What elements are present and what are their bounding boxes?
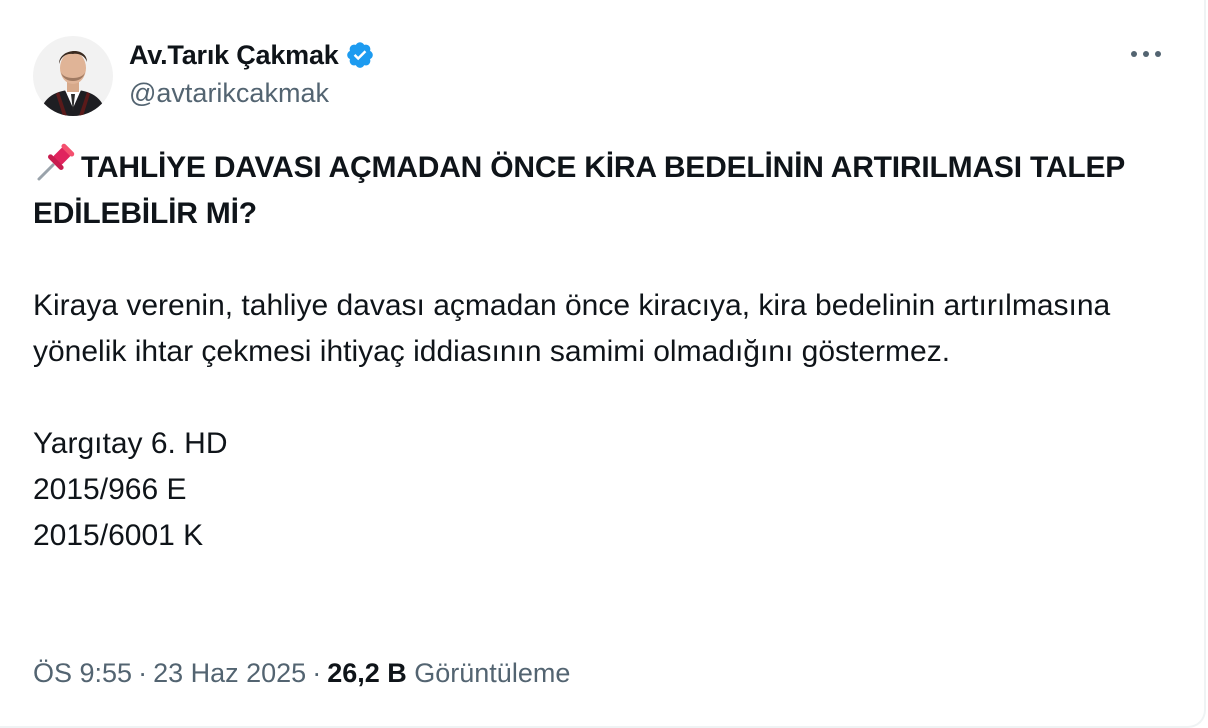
tweet-date[interactable]: 23 Haz 2025 bbox=[153, 658, 306, 688]
citation-esas: 2015/966 E bbox=[33, 473, 187, 506]
tweet-header: Av.Tarık Çakmak @avtarikcakmak bbox=[33, 36, 375, 116]
more-horizontal-icon bbox=[1131, 51, 1161, 57]
headline-text: TAHLİYE DAVASI AÇMADAN ÖNCE KİRA BEDELİN… bbox=[33, 151, 1125, 230]
tweet-text: TAHLİYE DAVASI AÇMADAN ÖNCE KİRA BEDELİN… bbox=[33, 143, 1163, 559]
tweet-card: Av.Tarık Çakmak @avtarikcakmak TAHLİYE D… bbox=[0, 0, 1206, 728]
display-name[interactable]: Av.Tarık Çakmak bbox=[129, 40, 339, 71]
tweet-meta: ÖS 9:55 · 23 Haz 2025 · 26,2 B Görüntüleme bbox=[33, 658, 571, 688]
views-count: 26,2 B bbox=[327, 658, 407, 688]
views-label: Görüntüleme bbox=[414, 658, 571, 688]
author-handle[interactable]: @avtarikcakmak bbox=[129, 78, 375, 109]
author-names: Av.Tarık Çakmak @avtarikcakmak bbox=[129, 38, 375, 109]
verified-badge-icon[interactable] bbox=[345, 40, 375, 70]
display-name-row: Av.Tarık Çakmak bbox=[129, 38, 375, 72]
citation-karar: 2015/6001 K bbox=[33, 519, 204, 552]
tweet-headline: TAHLİYE DAVASI AÇMADAN ÖNCE KİRA BEDELİN… bbox=[33, 143, 1163, 237]
tweet-time[interactable]: ÖS 9:55 bbox=[33, 658, 132, 688]
citation-court: Yargıtay 6. HD bbox=[33, 427, 228, 460]
tweet-body: Kiraya verenin, tahliye davası açmadan ö… bbox=[33, 289, 1111, 368]
pushpin-icon bbox=[33, 143, 77, 183]
more-options-button[interactable] bbox=[1128, 40, 1164, 68]
avatar[interactable] bbox=[33, 36, 113, 116]
